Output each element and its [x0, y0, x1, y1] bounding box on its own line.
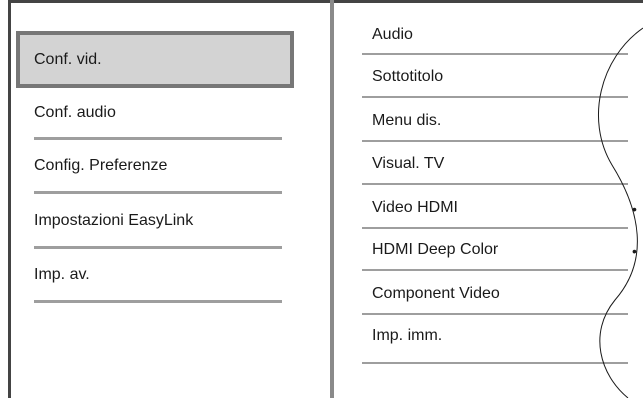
menu-frame: Conf. vid. Conf. audio Config. Preferenz…	[0, 0, 643, 398]
torn-edge-line	[598, 27, 643, 398]
